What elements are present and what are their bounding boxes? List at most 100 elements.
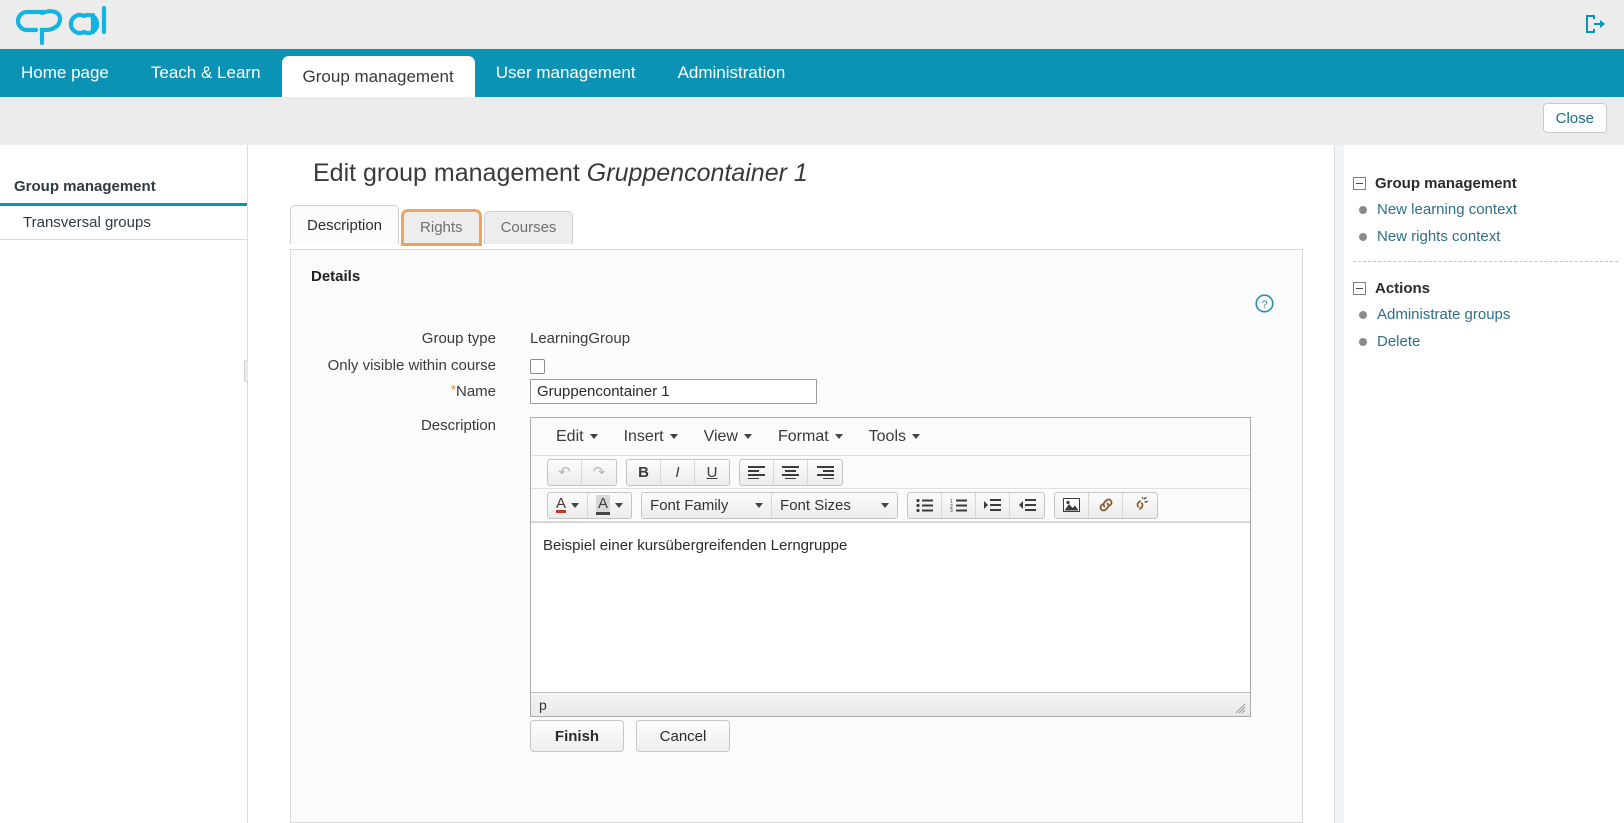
editor-menu-label: Edit <box>556 427 584 445</box>
align-center-icon[interactable] <box>774 459 808 485</box>
nav-item-label: User management <box>495 63 636 82</box>
left-sidebar: Group management Transversal groups <box>0 145 248 823</box>
editor-menubar: Edit Insert View Format Tools <box>531 418 1250 456</box>
nav-item-label: Group management <box>302 66 454 86</box>
bullet-icon <box>1359 232 1367 241</box>
nav-item-home-page[interactable]: Home page <box>0 49 130 97</box>
editor-menu-insert[interactable]: Insert <box>611 423 691 451</box>
field-row-name: *Name <box>291 379 817 404</box>
main-content: Edit group management Gruppencontainer 1… <box>248 145 1334 823</box>
right-panel-link-administrate-groups[interactable]: Administrate groups <box>1359 306 1618 323</box>
nav-item-teach-learn[interactable]: Teach & Learn <box>130 49 282 97</box>
svg-text:?: ? <box>1261 299 1267 311</box>
form-action-buttons: Finish Cancel <box>530 720 730 752</box>
name-input[interactable] <box>530 379 817 404</box>
close-button[interactable]: Close <box>1542 103 1607 133</box>
tab-label: Description <box>307 217 383 234</box>
opal-logo[interactable] <box>12 2 112 48</box>
italic-icon[interactable]: I <box>661 459 695 485</box>
element-path[interactable]: p <box>539 697 547 713</box>
sidebar-item-group-management[interactable]: Group management <box>0 170 247 206</box>
sidebar-item-transversal-groups[interactable]: Transversal groups <box>0 206 247 240</box>
insert-link-icon[interactable] <box>1089 492 1124 518</box>
nav-item-administration[interactable]: Administration <box>657 49 807 97</box>
editor-content-area[interactable]: Beispiel einer kursübergreifenden Lerngr… <box>531 522 1250 692</box>
page-body: Group management Transversal groups Edit… <box>0 145 1624 823</box>
font-sizes-select[interactable]: Font Sizes <box>772 493 897 518</box>
finish-button[interactable]: Finish <box>530 720 624 752</box>
tab-courses[interactable]: Courses <box>483 211 574 244</box>
editor-menu-edit[interactable]: Edit <box>543 423 611 451</box>
bullet-list-icon[interactable] <box>908 492 943 518</box>
font-family-select[interactable]: Font Family <box>642 492 773 518</box>
cancel-button[interactable]: Cancel <box>636 720 730 752</box>
rich-text-editor: Edit Insert View Format Tools ↶ ↷ B I U <box>530 417 1251 717</box>
field-row-only-visible: Only visible within course <box>291 357 545 378</box>
editor-menu-label: View <box>703 427 738 445</box>
description-label: Description <box>420 417 496 434</box>
undo-icon[interactable]: ↶ <box>548 459 582 485</box>
right-panel-content: Group management New learning context New … <box>1353 175 1618 362</box>
logout-icon[interactable] <box>1582 12 1606 36</box>
right-panel-link-label: New learning context <box>1377 201 1518 218</box>
align-right-icon[interactable] <box>808 460 842 485</box>
editor-toolbar-row-2: A A Font Family Font Sizes 1 2 3 <box>531 489 1250 522</box>
background-color-icon[interactable]: A <box>588 493 631 518</box>
nav-item-user-management[interactable]: User management <box>475 49 657 97</box>
page-title: Edit group management Gruppencontainer 1 <box>313 159 808 188</box>
nav-item-label: Home page <box>21 63 109 82</box>
chevron-down-icon <box>589 434 598 439</box>
chevron-down-icon <box>743 434 752 439</box>
collapse-minus-icon[interactable] <box>1353 282 1366 295</box>
editor-statusbar: p <box>531 692 1250 716</box>
svg-text:3: 3 <box>950 508 953 512</box>
right-panel-link-new-learning-context[interactable]: New learning context <box>1359 201 1618 218</box>
field-row-description: Description <box>291 417 496 434</box>
right-panel-group-header[interactable]: Actions <box>1353 280 1618 297</box>
editor-paragraph: Beispiel einer kursübergreifenden Lerngr… <box>543 537 848 554</box>
color-button-group: A A <box>547 491 633 519</box>
editor-toolbar-row-1: ↶ ↷ B I U <box>531 456 1250 489</box>
text-color-icon[interactable]: A <box>548 492 589 518</box>
tab-rights[interactable]: Rights <box>401 209 482 246</box>
nav-item-group-management[interactable]: Group management <box>281 56 475 97</box>
list-indent-button-group: 1 2 3 <box>907 491 1046 519</box>
bold-icon[interactable]: B <box>627 459 661 485</box>
unlink-icon[interactable] <box>1123 493 1157 518</box>
right-panel-group: Group management New learning context New … <box>1353 175 1618 245</box>
right-panel-group-header[interactable]: Group management <box>1353 175 1618 192</box>
right-panel-group-title: Actions <box>1375 280 1431 297</box>
decrease-indent-icon[interactable] <box>1010 493 1044 518</box>
bullet-icon <box>1359 205 1367 214</box>
right-panel-link-new-rights-context[interactable]: New rights context <box>1359 228 1618 245</box>
content-tabs: Description Rights Courses <box>290 205 574 246</box>
right-panel-link-delete[interactable]: Delete <box>1359 333 1618 350</box>
page-title-prefix: Edit group management <box>313 159 580 187</box>
name-label-text: Name <box>455 383 496 400</box>
editor-menu-tools[interactable]: Tools <box>856 423 933 451</box>
history-button-group: ↶ ↷ <box>547 458 617 486</box>
name-label: *Name <box>291 382 496 400</box>
insert-image-icon[interactable] <box>1055 492 1090 518</box>
editor-menu-view[interactable]: View <box>691 423 765 451</box>
redo-icon[interactable]: ↷ <box>582 460 616 485</box>
editor-menu-label: Insert <box>623 427 664 445</box>
underline-icon[interactable]: U <box>695 460 729 485</box>
chevron-down-icon <box>669 434 678 439</box>
align-left-icon[interactable] <box>740 459 774 485</box>
editor-menu-format[interactable]: Format <box>765 423 856 451</box>
sidebar-item-label: Transversal groups <box>23 214 151 231</box>
increase-indent-icon[interactable] <box>976 492 1011 518</box>
help-icon[interactable]: ? <box>1255 294 1274 313</box>
right-panel-edge <box>1335 145 1344 823</box>
editor-resize-handle[interactable] <box>1234 701 1246 714</box>
nav-item-list: Home page Teach & Learn Group management Us… <box>0 49 806 97</box>
tab-description[interactable]: Description <box>290 205 400 244</box>
group-type-value: LearningGroup <box>530 330 631 347</box>
action-strip: Close <box>0 97 1624 145</box>
collapse-minus-icon[interactable] <box>1353 177 1366 190</box>
tab-label: Rights <box>420 219 463 236</box>
numbered-list-icon[interactable]: 1 2 3 <box>942 492 977 518</box>
only-visible-checkbox[interactable] <box>530 359 545 374</box>
text-style-button-group: B I U <box>626 458 730 486</box>
